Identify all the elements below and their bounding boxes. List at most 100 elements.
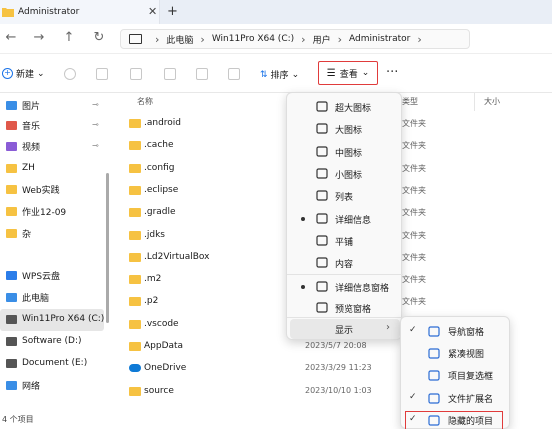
videos-icon [6,141,17,151]
hidden-items-highlight [405,411,503,429]
breadcrumb-drive-c[interactable]: Win11Pro X64 (C:) [212,34,294,44]
item-count: 4 个项目 [2,415,34,424]
file-name: .m2 [144,274,162,285]
chevron-down-icon: ⌄ [361,68,370,78]
sort-icon: ⇅ [260,69,268,80]
folder-icon [6,228,17,238]
show-menu-item[interactable]: 显示 › [290,319,400,339]
view-option-label: 详细信息 [335,215,372,226]
breadcrumb-users[interactable]: 用户 [313,33,331,46]
show-option[interactable]: 紧凑视图 [401,342,511,364]
extra-large-icons-icon [316,101,328,112]
breadcrumb-separator: › [337,32,342,46]
view-option[interactable]: 超大图标 [287,96,403,118]
sidebar-item-label: 作业12-09 [22,207,67,218]
sidebar-scrollbar[interactable] [106,173,109,323]
more-options-button[interactable]: ··· [386,65,398,80]
file-name: .android [144,118,182,128]
show-option[interactable]: ✓ 导航窗格 [401,320,511,342]
view-option[interactable]: 列表 [287,185,403,207]
file-type: 文件夹 [402,185,426,195]
refresh-button[interactable]: ↻ [90,30,108,45]
sidebar-item[interactable]: Win11Pro X64 (C:) [6,309,104,329]
view-option-label: 内容 [335,260,354,271]
new-button[interactable]: + 新建 ⌄ [2,67,45,80]
pane-option[interactable]: 预览窗格 [287,297,403,319]
view-option-label: 中图标 [335,148,363,159]
show-label: 显示 [335,326,354,336]
view-option-label: 超大图标 [335,104,372,114]
sidebar-item[interactable]: 音乐 [6,115,40,135]
view-option-label: 平铺 [335,237,354,248]
column-name-header[interactable]: 名称 [137,96,153,107]
sidebar-item-label: 网络 [22,381,41,392]
cut-icon[interactable] [64,68,76,80]
view-button[interactable]: ☰ 查看 ⌄ [318,61,378,85]
view-option[interactable]: 平铺 [287,230,403,252]
sidebar-item[interactable]: Software (D:) [6,331,82,351]
view-option[interactable]: 详细信息 [287,208,403,230]
view-option[interactable]: 内容 [287,252,403,274]
sidebar-item[interactable]: 此电脑 [6,287,49,307]
sort-button[interactable]: ⇅ 排序 ⌄ [260,68,299,82]
sidebar-item[interactable]: Document (E:) [6,353,87,373]
content-icon [316,257,328,268]
breadcrumb-administrator[interactable]: Administrator [349,34,410,44]
share-icon[interactable] [196,68,208,80]
sidebar-item-label: 杂 [22,229,32,240]
file-date: 2023/3/29 11:23 [305,363,372,373]
small-icons-icon [316,168,328,179]
sidebar-item[interactable]: 图片 [6,95,40,115]
delete-icon[interactable] [228,68,240,80]
sidebar-item[interactable]: 视频 [6,136,40,156]
file-name: AppData [144,341,184,351]
forward-button[interactable]: → [30,30,48,45]
sidebar-item[interactable]: Web实践 [6,179,60,199]
sidebar-item-label: 此电脑 [22,293,50,304]
computer-icon [6,292,17,302]
address-bar[interactable]: › 此电脑 › Win11Pro X64 (C:) › 用户 › Adminis… [120,29,470,49]
new-tab-button[interactable]: + [167,4,178,19]
column-divider[interactable] [474,93,475,111]
sidebar-item[interactable]: 作业12-09 [6,201,66,221]
view-option-label: 大图标 [335,126,363,137]
back-button[interactable]: ← [2,30,20,45]
sidebar-item[interactable]: 杂 [6,223,31,243]
show-option[interactable]: ✓ 文件扩展名 [401,387,511,409]
sidebar-item[interactable]: 网络 [6,375,40,395]
file-type: 文件夹 [402,208,426,218]
paste-icon[interactable] [130,68,142,80]
folder-icon [129,342,141,351]
drive-icon [6,314,17,324]
view-option[interactable]: 中图标 [287,141,403,163]
folder-icon [129,141,141,151]
view-option[interactable]: 大图标 [287,118,403,140]
breadcrumb-this-pc[interactable]: 此电脑 [166,33,193,46]
sidebar-item-label: Web实践 [22,185,60,196]
cloud-icon [6,270,17,280]
view-option[interactable]: 小图标 [287,163,403,185]
tab-administrator[interactable]: Administrator ✕ [0,0,160,24]
sidebar-item[interactable]: ZH [6,158,35,178]
file-name: .p2 [144,296,159,307]
view-menu: 超大图标大图标中图标小图标 列表详细信息平铺内容 详细信息窗格 预览窗格 显示 › [286,92,403,340]
folder-icon [2,8,14,17]
file-type: 文件夹 [402,297,426,307]
pane-option[interactable]: 详细信息窗格 [287,276,403,298]
column-type-header[interactable]: 类型 [402,96,418,107]
show-option[interactable]: 项目复选框 [401,364,511,386]
column-size-header[interactable]: 大小 [484,96,500,107]
file-name: source [144,385,174,396]
up-button[interactable]: ↑ [60,30,78,45]
folder-icon [129,386,141,396]
pin-icon: ⊸ [92,141,99,150]
sidebar-item[interactable]: WPS云盘 [6,265,60,285]
copy-icon[interactable] [96,68,108,80]
folder-icon [129,319,141,329]
file-name: .vscode [144,318,179,329]
new-label: 新建 [16,70,35,80]
folder-icon [129,275,141,285]
navigation-pane: 图片 ⊸ 音乐 ⊸ 视频 ⊸ ZH Web实践 作业12-09 杂 WPS云盘 此电脑 Win11Pro… [0,93,112,412]
close-tab-icon[interactable]: ✕ [148,5,157,18]
rename-icon[interactable] [164,68,176,80]
